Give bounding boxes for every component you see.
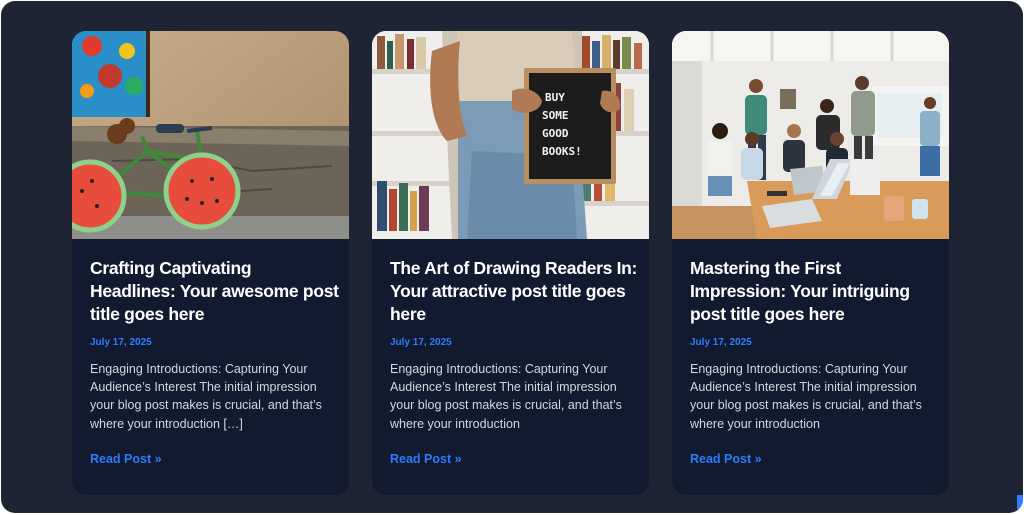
scroll-indicator xyxy=(1017,495,1023,509)
post-title[interactable]: The Art of Drawing Readers In: Your attr… xyxy=(390,257,640,326)
post-thumbnail-bicycle[interactable] xyxy=(72,31,349,239)
post-card[interactable]: BUY SOME GOOD BOOKS! The Art of Drawing … xyxy=(372,31,649,495)
post-date: July 17, 2025 xyxy=(90,337,152,348)
post-title[interactable]: Mastering the First Impression: Your int… xyxy=(690,257,940,326)
post-excerpt: Engaging Introductions: Capturing Your A… xyxy=(390,362,622,431)
post-date: July 17, 2025 xyxy=(390,337,452,348)
read-post-link[interactable]: Read Post » xyxy=(90,452,162,466)
post-card[interactable]: Mastering the First Impression: Your int… xyxy=(672,31,949,495)
post-date: July 17, 2025 xyxy=(690,337,752,348)
blog-posts-section: Crafting Captivating Headlines: Your awe… xyxy=(1,1,1023,513)
svg-text:GOOD: GOOD xyxy=(542,127,569,140)
post-excerpt: Engaging Introductions: Capturing Your A… xyxy=(690,362,922,431)
read-post-link[interactable]: Read Post » xyxy=(390,452,462,466)
post-thumbnail-team-meeting[interactable] xyxy=(672,31,949,239)
post-excerpt: Engaging Introductions: Capturing Your A… xyxy=(90,362,322,431)
svg-text:BOOKS!: BOOKS! xyxy=(542,145,582,158)
post-thumbnail-letterboard[interactable]: BUY SOME GOOD BOOKS! xyxy=(372,31,649,239)
svg-text:BUY: BUY xyxy=(545,91,565,104)
read-post-link[interactable]: Read Post » xyxy=(690,452,762,466)
post-card[interactable]: Crafting Captivating Headlines: Your awe… xyxy=(72,31,349,495)
svg-text:SOME: SOME xyxy=(542,109,569,122)
post-title[interactable]: Crafting Captivating Headlines: Your awe… xyxy=(90,257,340,326)
